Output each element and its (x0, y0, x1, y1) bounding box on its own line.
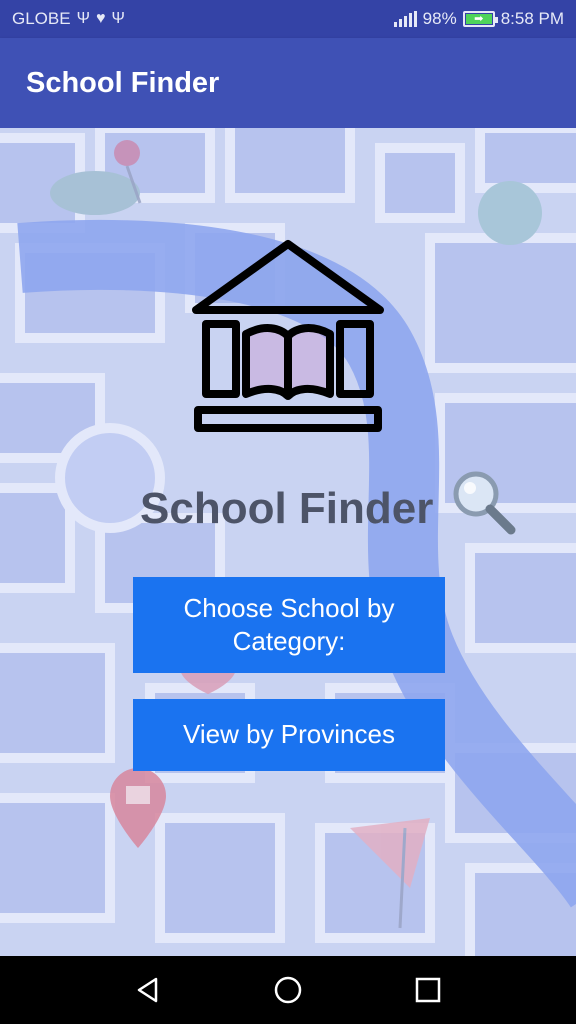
usb-icon: Ψ (111, 10, 125, 27)
status-left: GLOBE Ψ ♥ Ψ (12, 9, 125, 29)
clock: 8:58 PM (500, 9, 564, 28)
headline-title: School Finder (140, 484, 434, 533)
status-right: 98% ➡ 8:58 PM (393, 9, 564, 29)
app-bar: School Finder (0, 38, 576, 128)
navigation-bar (0, 956, 576, 1024)
recents-icon[interactable] (408, 970, 448, 1010)
back-icon[interactable] (128, 970, 168, 1010)
home-icon[interactable] (268, 970, 308, 1010)
battery-charging-icon: ➡ (462, 11, 498, 27)
app-title: School Finder (26, 66, 220, 99)
usb-icon: Ψ (76, 10, 90, 27)
school-building-icon (192, 240, 384, 432)
signal-icon (393, 11, 417, 27)
choose-category-button[interactable]: Choose School by Category: (133, 577, 445, 673)
battery-percent: 98% (422, 9, 457, 28)
heart-rate-icon: ♥ (95, 10, 106, 27)
view-provinces-button[interactable]: View by Provinces (133, 699, 445, 771)
status-bar: GLOBE Ψ ♥ Ψ 98% ➡ 8:58 PM (0, 0, 576, 38)
magnifier-icon (453, 471, 516, 535)
carrier-label: GLOBE (12, 9, 71, 28)
